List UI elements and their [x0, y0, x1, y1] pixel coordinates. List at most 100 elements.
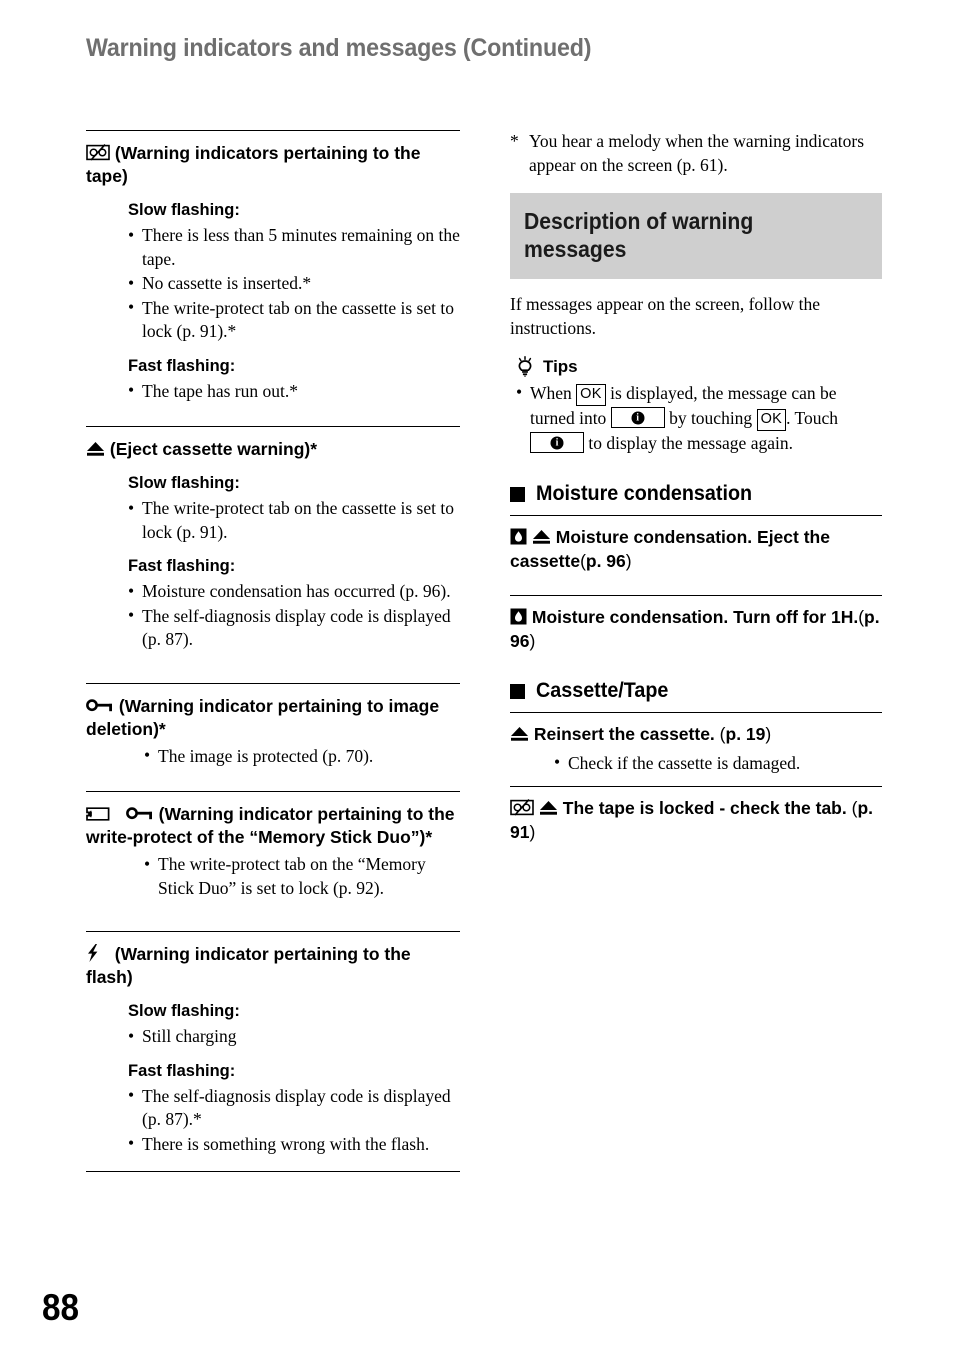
page-ref-close: ) [765, 724, 772, 744]
lightbulb-icon [515, 356, 535, 377]
section-tape-warning: (Warning indicators pertaining to the ta… [86, 130, 460, 403]
eject-icon [532, 529, 551, 545]
section-heading: (Warning indicator pertaining to the wri… [86, 803, 460, 849]
page-ref-close: ) [529, 821, 536, 842]
message-divider [510, 595, 882, 596]
info-glyph: i [631, 411, 645, 424]
footnote-text: You hear a melody when the warning indic… [529, 131, 865, 175]
section-divider [86, 682, 460, 684]
key-icon [86, 698, 114, 714]
tips-text-part-1: When [530, 383, 572, 403]
list-item: When OK is displayed, the message can be… [516, 380, 882, 456]
list-item: There is something wrong with the flash. [128, 1132, 460, 1157]
message-text: Reinsert the cassette. [533, 724, 715, 744]
info-button[interactable]: i [530, 432, 584, 453]
bullet-list: The self-diagnosis display code is displ… [128, 1084, 460, 1157]
info-button[interactable]: i [610, 407, 665, 428]
section-banner: Description of warning messages [510, 193, 882, 279]
tips-text-part-3: by touching [669, 408, 753, 428]
subhead-fast-flashing: Fast flashing: [128, 1061, 236, 1080]
section-heading-text: (Warning indicator pertaining to image d… [86, 695, 440, 739]
banner-title: Description of warning messages [524, 208, 754, 262]
intro-paragraph: If messages appear on the screen, follow… [510, 294, 821, 338]
bullet-list: The tape has run out.* [128, 379, 460, 404]
page-ref: p. 96 [585, 551, 626, 571]
page-ref-close: ) [625, 551, 632, 571]
message-divider [510, 785, 882, 787]
list-item: No cassette is inserted.* [128, 272, 460, 296]
section-divider [86, 791, 460, 792]
section-image-deletion-warning: (Warning indicator pertaining to image d… [86, 682, 460, 769]
page-title: Warning indicators and messages (Continu… [86, 34, 592, 62]
message-entry: Moisture condensation. Eject the cassett… [510, 525, 882, 573]
section-divider [86, 130, 460, 131]
category-heading-cassette-tape: Cassette/Tape [510, 679, 882, 703]
message-text: Moisture condensation. Eject the cassett… [510, 527, 830, 571]
flash-bolt-icon [86, 944, 100, 962]
moisture-drop-icon [510, 528, 527, 545]
section-heading: (Warning indicator pertaining to the fla… [86, 943, 460, 989]
subhead-fast-flashing: Fast flashing: [128, 356, 236, 375]
message-entry: Moisture condensation. Turn off for 1H.(… [510, 605, 882, 653]
tips-list: When OK is displayed, the message can be… [516, 380, 882, 456]
tips-text-part-5: to display the message again. [588, 433, 793, 453]
section-heading-text: (Eject cassette warning)* [109, 439, 318, 459]
section-divider [86, 1171, 460, 1172]
moisture-drop-icon [510, 608, 527, 625]
list-item: The tape has run out.* [128, 379, 460, 404]
memory-stick-icon [86, 806, 110, 822]
subhead-slow-flashing: Slow flashing: [128, 1002, 240, 1020]
list-item: Check if the cassette is damaged. [554, 751, 882, 776]
list-item: The image is protected (p. 70). [144, 744, 460, 769]
list-item: Still charging [128, 1025, 460, 1049]
list-item: The self-diagnosis display code is displ… [128, 1084, 460, 1132]
message-text: The tape is locked - check the tab. [562, 797, 847, 818]
tips-text-part-4: . Touch [786, 408, 839, 428]
section-flash-warning: (Warning indicator pertaining to the fla… [86, 931, 460, 1172]
bullet-list: The write-protect tab on the “Memory Sti… [144, 853, 460, 900]
section-heading-text: (Warning indicator pertaining to the fla… [86, 944, 411, 987]
section-divider [86, 931, 460, 932]
message-divider [510, 712, 882, 713]
page-header: Warning indicators and messages (Continu… [86, 34, 886, 63]
category-title: Moisture condensation [536, 482, 753, 505]
footnote: * You hear a melody when the warning ind… [510, 130, 882, 177]
key-icon [125, 807, 154, 822]
message-entry: Reinsert the cassette. (p. 19) [510, 722, 882, 746]
black-square-icon [510, 486, 525, 502]
bullet-list: The write-protect tab on the cassette is… [128, 497, 460, 544]
message-entry: The tape is locked - check the tab. (p. … [510, 796, 882, 844]
bullet-list: The image is protected (p. 70). [144, 744, 460, 769]
subhead-slow-flashing: Slow flashing: [128, 201, 240, 219]
list-item: The write-protect tab on the “Memory Sti… [144, 853, 460, 900]
tips-heading: Tips [515, 356, 882, 377]
info-glyph: i [550, 436, 564, 449]
section-heading: (Warning indicators pertaining to the ta… [86, 142, 460, 188]
list-item: The write-protect tab on the cassette is… [128, 497, 460, 544]
page-ref: p. 19 [725, 724, 766, 744]
section-memory-stick-write-protect-warning: (Warning indicator pertaining to the wri… [86, 791, 460, 900]
document-page: Warning indicators and messages (Continu… [0, 0, 954, 1357]
ok-button[interactable]: OK [756, 408, 787, 431]
message-note-list: Check if the cassette is damaged. [554, 751, 882, 776]
list-item: The write-protect tab on the cassette is… [128, 296, 460, 344]
section-heading-text: (Warning indicators pertaining to the ta… [86, 143, 421, 186]
category-heading-moisture-condensation: Moisture condensation [510, 482, 882, 506]
left-column: (Warning indicators pertaining to the ta… [86, 130, 460, 1172]
subhead-fast-flashing: Fast flashing: [128, 557, 236, 575]
bullet-list: Still charging [128, 1025, 460, 1049]
section-heading: (Eject cassette warning)* [86, 438, 460, 461]
eject-icon [539, 800, 558, 816]
section-divider [86, 426, 460, 427]
section-eject-cassette-warning: (Eject cassette warning)* Slow flashing:… [86, 426, 460, 652]
eject-icon [86, 441, 105, 457]
ok-button[interactable]: OK [576, 383, 606, 406]
bullet-list: There is less than 5 minutes remaining o… [128, 224, 460, 344]
cassette-tape-slash-icon [510, 798, 534, 816]
section-heading: (Warning indicator pertaining to image d… [86, 695, 460, 741]
footnote-marker: * [510, 131, 519, 151]
